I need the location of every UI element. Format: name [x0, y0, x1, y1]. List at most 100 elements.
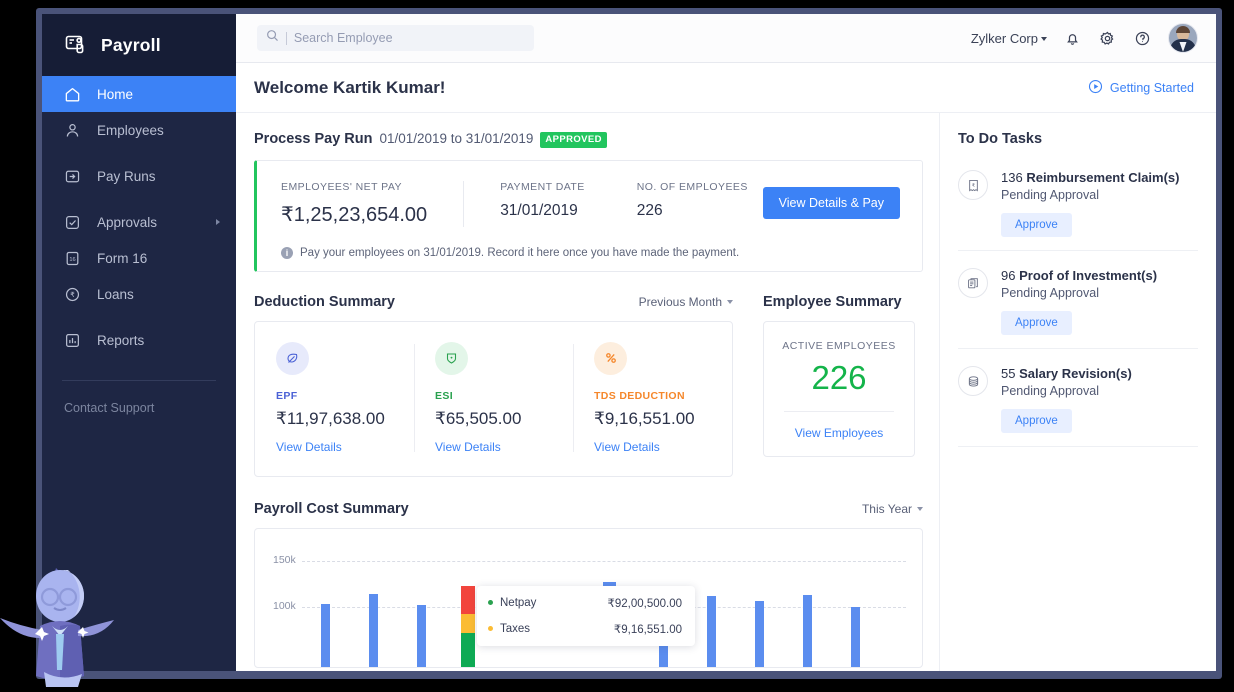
deduction-amount: ₹65,505.00	[435, 408, 522, 428]
deduction-amount: ₹11,97,638.00	[276, 408, 385, 428]
sidebar-item-label: Reports	[97, 332, 145, 348]
sidebar-item-employees[interactable]: Employees	[42, 112, 236, 148]
shield-icon	[435, 341, 468, 375]
payment-date-label: PAYMENT DATE	[500, 180, 585, 193]
todo-headline: 55 Salary Revision(s)	[1001, 366, 1132, 381]
y-axis-tick-150k: 150k	[273, 553, 296, 566]
todo-headline: 136 Reimbursement Claim(s)	[1001, 170, 1179, 185]
sidebar-nav: Home Employees Pay Runs Approvals 16 For…	[42, 76, 236, 358]
search-box[interactable]	[257, 25, 534, 51]
info-icon: i	[281, 246, 293, 259]
todo-item-proof-of-investment: 96 Proof of Investment(s) Pending Approv…	[958, 250, 1198, 348]
gear-icon[interactable]	[1098, 29, 1117, 48]
chart-bar	[755, 600, 764, 667]
legend-dot-netpay	[488, 600, 493, 605]
netpay-label: EMPLOYEES' NET PAY	[281, 180, 402, 193]
approve-button[interactable]: Approve	[1001, 311, 1072, 335]
payroll-logo-icon	[64, 32, 90, 58]
employees-value: 226	[636, 201, 663, 219]
employees-label: NO. OF EMPLOYEES	[636, 180, 748, 193]
sidebar-item-label: Employees	[97, 122, 164, 138]
todo-list-divider	[958, 446, 1198, 447]
question-circle-icon[interactable]	[1133, 29, 1152, 48]
approve-button[interactable]: Approve	[1001, 409, 1072, 433]
welcome-bar: Welcome Kartik Kumar! Getting Started	[236, 63, 1216, 113]
org-selector[interactable]: Zylker Corp	[971, 31, 1047, 46]
sidebar-item-loans[interactable]: ₹ Loans	[42, 276, 236, 312]
sidebar-item-pay-runs[interactable]: Pay Runs	[42, 158, 236, 194]
todo-item-reimbursement: ₹ 136 Reimbursement Claim(s) Pending App…	[958, 153, 1198, 250]
chart-period-filter[interactable]: This Year	[862, 502, 923, 516]
deduction-name: EPF	[276, 389, 298, 402]
search-divider	[286, 31, 287, 45]
sidebar-item-home[interactable]: Home	[42, 76, 236, 112]
todo-status: Pending Approval	[1001, 188, 1099, 202]
svg-text:₹: ₹	[70, 291, 75, 299]
percent-icon	[594, 341, 627, 375]
chart-filter-label: This Year	[861, 501, 912, 516]
employee-summary-title: Employee Summary	[763, 293, 902, 310]
leaf-icon	[276, 341, 309, 375]
view-employees-link[interactable]: View Employees	[774, 426, 904, 440]
payrun-stats-row: EMPLOYEES' NET PAY ₹1,25,23,654.00 PAYME…	[281, 180, 900, 227]
netpay-value: ₹1,25,23,654.00	[281, 203, 428, 226]
app-window: Payroll Home Employees Pay Runs Approval…	[42, 14, 1216, 671]
approve-button[interactable]: Approve	[1001, 213, 1072, 237]
todo-headline: 96 Proof of Investment(s)	[1001, 268, 1157, 283]
sidebar-item-contact-support[interactable]: Contact Support	[42, 401, 236, 415]
chart-bar-highlighted	[461, 585, 475, 667]
top-bar: Zylker Corp	[236, 14, 1216, 63]
search-input[interactable]	[293, 31, 525, 45]
sidebar-item-label: Approvals	[97, 214, 158, 230]
payrun-note: i Pay your employees on 31/01/2019. Reco…	[281, 246, 900, 259]
sidebar-item-approvals[interactable]: Approvals	[42, 204, 236, 240]
deduction-period-filter[interactable]: Previous Month	[639, 295, 733, 309]
payrun-employees-stat: NO. OF EMPLOYEES 226	[637, 181, 748, 220]
tooltip-value: ₹9,16,551.00	[613, 623, 682, 636]
deduction-item-esi: ESI ₹65,505.00 View Details	[414, 341, 573, 454]
payrun-period: 01/01/2019 to 31/01/2019	[379, 131, 534, 146]
todo-count: 136	[1001, 170, 1023, 185]
deduction-header: Deduction Summary Previous Month	[254, 294, 733, 310]
home-icon	[64, 86, 81, 103]
user-icon	[64, 122, 81, 139]
rupee-circle-icon: ₹	[64, 286, 81, 303]
user-avatar[interactable]	[1168, 23, 1198, 53]
chart-tooltip: Netpay ₹92,00,500.00 Taxes ₹9,16,551.00	[477, 585, 695, 646]
sidebar-item-form-16[interactable]: 16 Form 16	[42, 240, 236, 276]
main-content: Process Pay Run 01/01/2019 to 31/01/2019…	[236, 113, 1216, 671]
tooltip-row-taxes: Taxes ₹9,16,551.00	[488, 622, 682, 636]
employee-card-divider	[784, 410, 894, 412]
view-details-and-pay-button[interactable]: View Details & Pay	[762, 186, 900, 219]
getting-started-link[interactable]: Getting Started	[1088, 79, 1194, 97]
active-employees-label: ACTIVE EMPLOYEES	[782, 339, 896, 352]
deduction-item-epf: EPF ₹11,97,638.00 View Details	[255, 341, 414, 454]
deduction-summary-section: Deduction Summary Previous Month EPF ₹11…	[254, 294, 733, 477]
employee-summary-card: ACTIVE EMPLOYEES 226 View Employees	[763, 320, 915, 457]
chart-plot-area: 150k 100k Netpay ₹92,00,500.00 Taxes ₹9,…	[255, 529, 922, 667]
deduction-view-details-link[interactable]: View Details	[594, 440, 711, 454]
sidebar-item-label: Loans	[97, 286, 134, 302]
chevron-right-icon	[216, 219, 220, 225]
brand-logo-area[interactable]: Payroll	[42, 14, 236, 76]
documents-icon	[958, 268, 988, 298]
todo-body: 136 Reimbursement Claim(s) Pending Appro…	[1001, 170, 1179, 237]
bell-icon[interactable]	[1063, 29, 1082, 48]
svg-text:16: 16	[69, 256, 75, 262]
gridline-150k	[302, 560, 906, 562]
deduction-name: ESI	[435, 389, 453, 402]
payrun-date-stat: PAYMENT DATE 31/01/2019	[500, 181, 585, 220]
play-circle-icon	[1088, 79, 1103, 97]
chart-bar	[417, 604, 426, 667]
payrun-card: EMPLOYEES' NET PAY ₹1,25,23,654.00 PAYME…	[254, 159, 923, 272]
search-icon	[266, 29, 279, 47]
stack-segment-red	[461, 585, 475, 614]
coins-stack-icon	[958, 366, 988, 396]
dashboard-column: Process Pay Run 01/01/2019 to 31/01/2019…	[236, 113, 939, 671]
deduction-view-details-link[interactable]: View Details	[435, 440, 552, 454]
bar-chart-icon	[64, 332, 81, 349]
sidebar-item-reports[interactable]: Reports	[42, 322, 236, 358]
zia-mascot-character	[0, 546, 120, 687]
deduction-view-details-link[interactable]: View Details	[276, 440, 393, 454]
